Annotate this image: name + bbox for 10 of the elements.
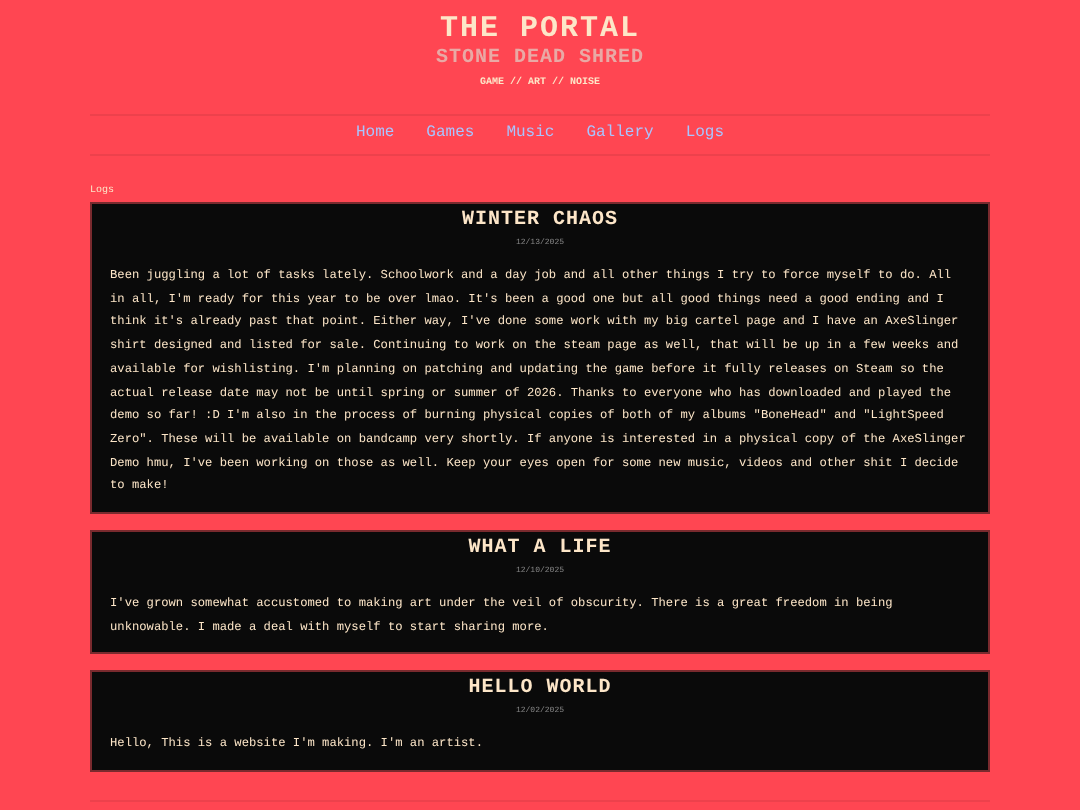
site-title: THE PORTAL — [437, 14, 642, 44]
site-subtitle: STONE DEAD SHRED — [433, 50, 646, 70]
post-title: WINTER CHAOS — [459, 212, 620, 232]
nav-link[interactable]: Home — [355, 126, 395, 142]
nav-link[interactable]: Logs — [685, 126, 725, 142]
nav-link[interactable]: Music — [506, 126, 555, 142]
nav-link[interactable]: Games — [426, 126, 475, 142]
post-title: WHAT A LIFE — [466, 540, 614, 561]
nav-link[interactable]: Gallery — [586, 126, 654, 142]
post-title: HELLO WORLD — [466, 680, 614, 701]
